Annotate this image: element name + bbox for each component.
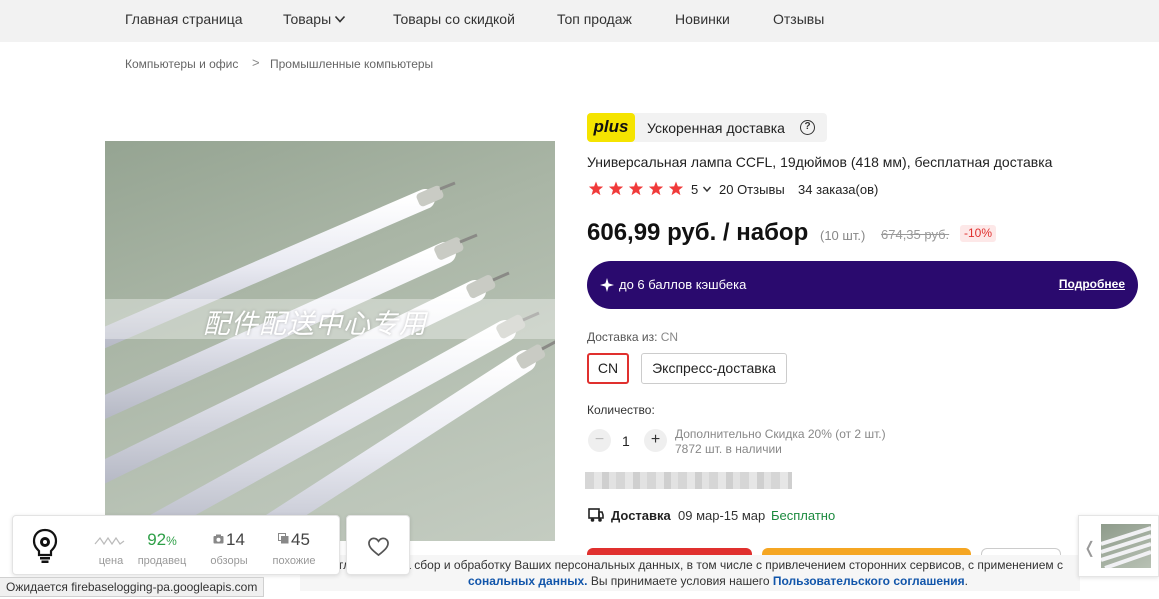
star-1 (588, 181, 604, 196)
widget-price-label: цена (98, 555, 124, 567)
product-title: Универсальная лампа CCFL, 19дюймов (418 … (587, 154, 1053, 170)
cashback-text: до 6 баллов кэшбека (619, 277, 747, 292)
watermark-text: 配件配送中心专用 (203, 309, 427, 340)
seller-rating-value: 92 (147, 530, 167, 549)
plus-fast-delivery-badge[interactable]: plus Ускоренная доставка ? (587, 113, 827, 142)
tube-5 (225, 340, 555, 541)
widget-price-stat[interactable]: цена (83, 530, 139, 567)
favorite-button[interactable] (346, 515, 410, 575)
consent-line-2: сональных данных. Вы принимаете условия … (468, 574, 968, 588)
shipping-label-text: Доставка из: (587, 330, 658, 344)
nav-products[interactable]: Товары (283, 11, 346, 27)
rating-value: 5 (691, 182, 699, 197)
price-helper-widget: цена 92% продавец 14 обзоры 45 похожие (12, 515, 340, 575)
consent-banner: глашаюсь на сбор и обработку Ваших персо… (300, 555, 1080, 591)
seller-rating-percent: % (166, 534, 177, 548)
bulk-discount-note: Дополнительно Скидка 20% (от 2 шт.) (675, 427, 886, 441)
cashback-banner[interactable]: до 6 баллов кэшбека Подробнее (587, 261, 1138, 309)
chevron-down-icon[interactable] (702, 184, 712, 194)
reviews-link[interactable]: 20 Отзывы (719, 182, 785, 197)
heart-icon (368, 537, 389, 557)
price-history-icon (83, 530, 139, 550)
plus-label: Ускоренная доставка (647, 120, 785, 136)
star-2 (608, 181, 624, 196)
copy-icon (278, 533, 289, 544)
cashback-icon (600, 278, 614, 292)
consent-end: . (964, 574, 968, 588)
browser-status-bar: Ожидается firebaselogging-pa.googleapis.… (0, 577, 265, 597)
quantity-increase-button[interactable]: + (644, 429, 667, 452)
star-4 (648, 181, 664, 196)
top-navigation: Главная страница Товары Товары со скидко… (0, 0, 1159, 42)
nav-reviews[interactable]: Отзывы (773, 11, 824, 27)
quantity-value[interactable]: 1 (622, 433, 630, 449)
breadcrumb-computers[interactable]: Компьютеры и офис (125, 57, 238, 71)
nav-new[interactable]: Новинки (675, 11, 730, 27)
shipping-option-express[interactable]: Экспресс-доставка (641, 353, 787, 384)
lamp-tubes-illustration (105, 181, 555, 541)
nav-top-sales[interactable]: Топ продаж (557, 11, 632, 27)
old-price: 674,35 руб. (881, 227, 950, 242)
consent-line-1: глашаюсь на сбор и обработку Ваших персо… (339, 558, 1064, 572)
pack-size: (10 шт.) (820, 228, 866, 243)
side-thumbnail-panel[interactable]: ❬ (1078, 515, 1159, 577)
delivery-dates: 09 мар-15 мар (678, 508, 766, 523)
nav-products-label: Товары (283, 11, 332, 27)
privacy-link[interactable]: сональных данных. (468, 574, 587, 588)
help-icon[interactable]: ? (800, 120, 815, 135)
star-3 (628, 181, 644, 196)
orders-count: 34 заказа(ов) (798, 182, 879, 197)
camera-icon (213, 534, 224, 544)
lightbulb-gear-icon[interactable] (31, 528, 59, 564)
widget-seller-stat[interactable]: 92% продавец (134, 530, 190, 567)
quantity-decrease-button[interactable]: − (588, 429, 611, 452)
blurred-content (585, 472, 792, 489)
delivery-free: Бесплатно (771, 508, 836, 523)
nav-home[interactable]: Главная страница (125, 11, 243, 27)
chevron-down-icon (335, 15, 346, 23)
quantity-label: Количество: (587, 403, 655, 417)
widget-seller-label: продавец (137, 555, 187, 567)
thumbnail-image[interactable] (1101, 524, 1151, 568)
breadcrumb-separator: > (252, 55, 260, 70)
discount-badge: -10% (960, 225, 997, 242)
price: 606,99 руб. / набор (587, 219, 809, 246)
breadcrumb-industrial[interactable]: Промышленные компьютеры (270, 57, 433, 71)
cashback-more-link[interactable]: Подробнее (1059, 277, 1125, 291)
truck-icon (588, 508, 604, 522)
similar-count: 45 (291, 530, 310, 549)
plus-logo: plus (587, 113, 635, 142)
nav-discounts[interactable]: Товары со скидкой (393, 11, 515, 27)
user-agreement-link[interactable]: Пользовательского соглашения (773, 574, 965, 588)
shipping-option-cn[interactable]: CN (587, 353, 629, 384)
delivery-label: Доставка (611, 508, 671, 523)
star-rating-icon (588, 181, 684, 196)
quantity-note: Дополнительно Скидка 20% (от 2 шт.) 7872… (675, 427, 886, 457)
stock-note: 7872 шт. в наличии (675, 442, 782, 456)
widget-reviews-stat[interactable]: 14 обзоры (201, 530, 257, 567)
reviews-count: 14 (226, 530, 245, 549)
shipping-origin-value: CN (660, 330, 679, 344)
shipping-from-label: Доставка из: CN (587, 330, 678, 344)
widget-reviews-label: обзоры (210, 555, 248, 567)
product-image[interactable]: 配件配送中心专用 (105, 141, 555, 541)
widget-similar-label: похожие (272, 555, 316, 567)
chevron-left-icon[interactable]: ❬ (1083, 538, 1096, 558)
widget-similar-stat[interactable]: 45 похожие (266, 530, 322, 567)
consent-text: Вы принимаете условия нашего (587, 574, 773, 588)
star-5 (668, 181, 684, 196)
